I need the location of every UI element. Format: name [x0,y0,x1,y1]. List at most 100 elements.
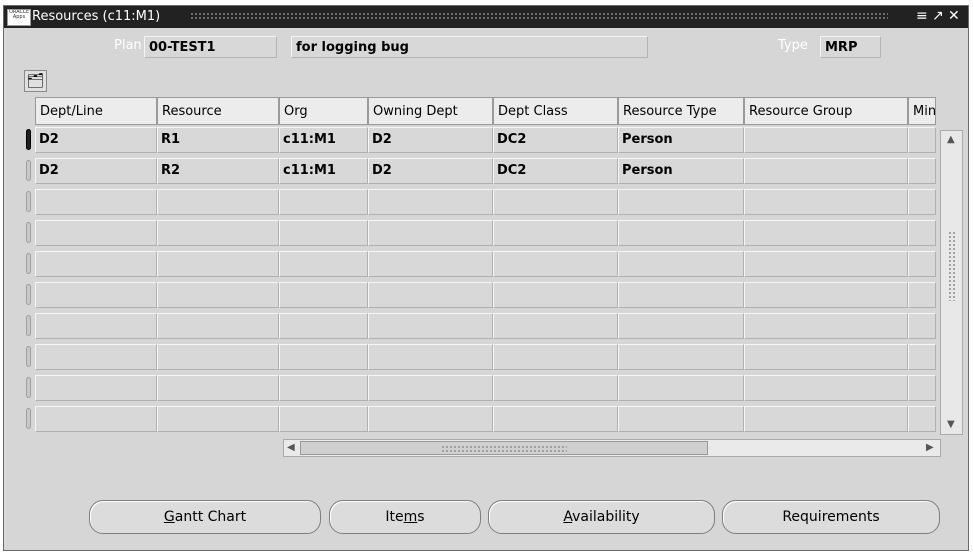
grid-cell-dept-line[interactable]: D2 [35,127,157,153]
row-selector[interactable] [23,282,35,308]
grid-cell-resource-type[interactable] [618,344,744,370]
column-header-org[interactable]: Org [279,97,368,125]
grid-cell-dept-line[interactable] [35,189,157,215]
grid-cell-min[interactable] [908,344,936,370]
grid-cell-resource-type[interactable] [618,189,744,215]
grid-cell-org[interactable]: c11:M1 [279,158,368,184]
grid-cell-dept-class[interactable] [493,375,618,401]
grid-cell-resource[interactable] [157,344,279,370]
grid-cell-resource[interactable] [157,220,279,246]
grid-cell-min[interactable] [908,251,936,277]
grid-cell-dept-line[interactable] [35,282,157,308]
row-selector[interactable] [23,406,35,432]
grid-cell-owning-dept[interactable]: D2 [368,127,493,153]
grid-cell-dept-line[interactable] [35,344,157,370]
grid-cell-org[interactable] [279,344,368,370]
plan-field[interactable]: 00-TEST1 [144,36,277,58]
plan-description-field[interactable]: for logging bug [291,36,648,58]
row-selector[interactable] [23,344,35,370]
grid-cell-owning-dept[interactable] [368,344,493,370]
scroll-down-icon[interactable]: ▼ [947,419,955,430]
grid-cell-resource-type[interactable] [618,282,744,308]
grid-cell-owning-dept[interactable] [368,375,493,401]
grid-cell-min[interactable] [908,282,936,308]
grid-cell-min[interactable] [908,406,936,432]
requirements-button[interactable]: Requirements [722,500,940,534]
column-header-dept-line[interactable]: Dept/Line [35,97,157,125]
grid-cell-min[interactable] [908,375,936,401]
grid-cell-resource[interactable] [157,251,279,277]
grid-cell-resource-group[interactable] [744,344,908,370]
minimize-icon[interactable]: ≡ [916,8,928,24]
grid-cell-dept-line[interactable] [35,406,157,432]
items-button[interactable]: Items [329,500,481,534]
grid-cell-resource-group[interactable] [744,158,908,184]
scroll-up-icon[interactable]: ▲ [947,134,955,145]
row-selector[interactable] [23,127,35,153]
row-selector[interactable] [23,251,35,277]
grid-cell-org[interactable] [279,313,368,339]
grid-cell-org[interactable] [279,220,368,246]
grid-cell-min[interactable] [908,189,936,215]
scroll-grip[interactable] [948,231,956,301]
grid-cell-dept-class[interactable]: DC2 [493,158,618,184]
grid-cell-resource-group[interactable] [744,406,908,432]
grid-cell-resource-group[interactable] [744,375,908,401]
type-field[interactable]: MRP [820,36,881,58]
grid-cell-resource-type[interactable]: Person [618,158,744,184]
grid-cell-dept-class[interactable] [493,282,618,308]
grid-cell-resource[interactable]: R1 [157,127,279,153]
grid-cell-min[interactable] [908,127,936,153]
row-selector[interactable] [23,189,35,215]
grid-cell-org[interactable]: c11:M1 [279,127,368,153]
grid-cell-org[interactable] [279,251,368,277]
grid-cell-resource[interactable]: R2 [157,158,279,184]
scroll-thumb[interactable] [300,441,708,455]
vertical-scrollbar[interactable]: ▲ ▼ [940,130,963,435]
maximize-icon[interactable]: ↗ [932,8,944,24]
column-header-owning-dept[interactable]: Owning Dept [368,97,493,125]
grid-cell-resource-type[interactable] [618,313,744,339]
grid-cell-dept-line[interactable] [35,220,157,246]
grid-cell-dept-line[interactable]: D2 [35,158,157,184]
gantt-chart-button[interactable]: Gantt Chart [89,500,321,534]
grid-cell-owning-dept[interactable] [368,189,493,215]
grid-cell-owning-dept[interactable]: D2 [368,158,493,184]
grid-cell-dept-class[interactable] [493,189,618,215]
grid-cell-resource-group[interactable] [744,220,908,246]
grid-cell-resource-type[interactable] [618,375,744,401]
row-selector[interactable] [23,375,35,401]
column-header-resource[interactable]: Resource [157,97,279,125]
grid-cell-dept-line[interactable] [35,313,157,339]
grid-cell-resource-type[interactable] [618,406,744,432]
folder-icon[interactable]: 🗂 [24,70,47,92]
grid-cell-dept-class[interactable] [493,251,618,277]
grid-cell-dept-line[interactable] [35,375,157,401]
grid-cell-resource-group[interactable] [744,251,908,277]
horizontal-scrollbar[interactable]: ◀ ▶ [283,439,941,457]
close-icon[interactable]: ✕ [948,8,960,24]
grid-cell-resource[interactable] [157,282,279,308]
grid-cell-org[interactable] [279,189,368,215]
grid-cell-owning-dept[interactable] [368,220,493,246]
grid-cell-resource-group[interactable] [744,189,908,215]
grid-cell-resource-type[interactable]: Person [618,127,744,153]
grid-cell-dept-class[interactable] [493,344,618,370]
grid-cell-dept-line[interactable] [35,251,157,277]
grid-cell-resource[interactable] [157,313,279,339]
grid-cell-org[interactable] [279,375,368,401]
grid-cell-resource-group[interactable] [744,313,908,339]
grid-cell-owning-dept[interactable] [368,313,493,339]
grid-cell-min[interactable] [908,313,936,339]
column-header-dept-class[interactable]: Dept Class [493,97,618,125]
grid-cell-resource[interactable] [157,406,279,432]
grid-cell-org[interactable] [279,282,368,308]
grid-cell-min[interactable] [908,158,936,184]
grid-cell-dept-class[interactable] [493,220,618,246]
grid-cell-resource-type[interactable] [618,251,744,277]
row-selector[interactable] [23,313,35,339]
row-selector[interactable] [23,220,35,246]
scroll-left-icon[interactable]: ◀ [287,442,295,453]
column-header-resource-type[interactable]: Resource Type [618,97,744,125]
grid-cell-resource-group[interactable] [744,282,908,308]
